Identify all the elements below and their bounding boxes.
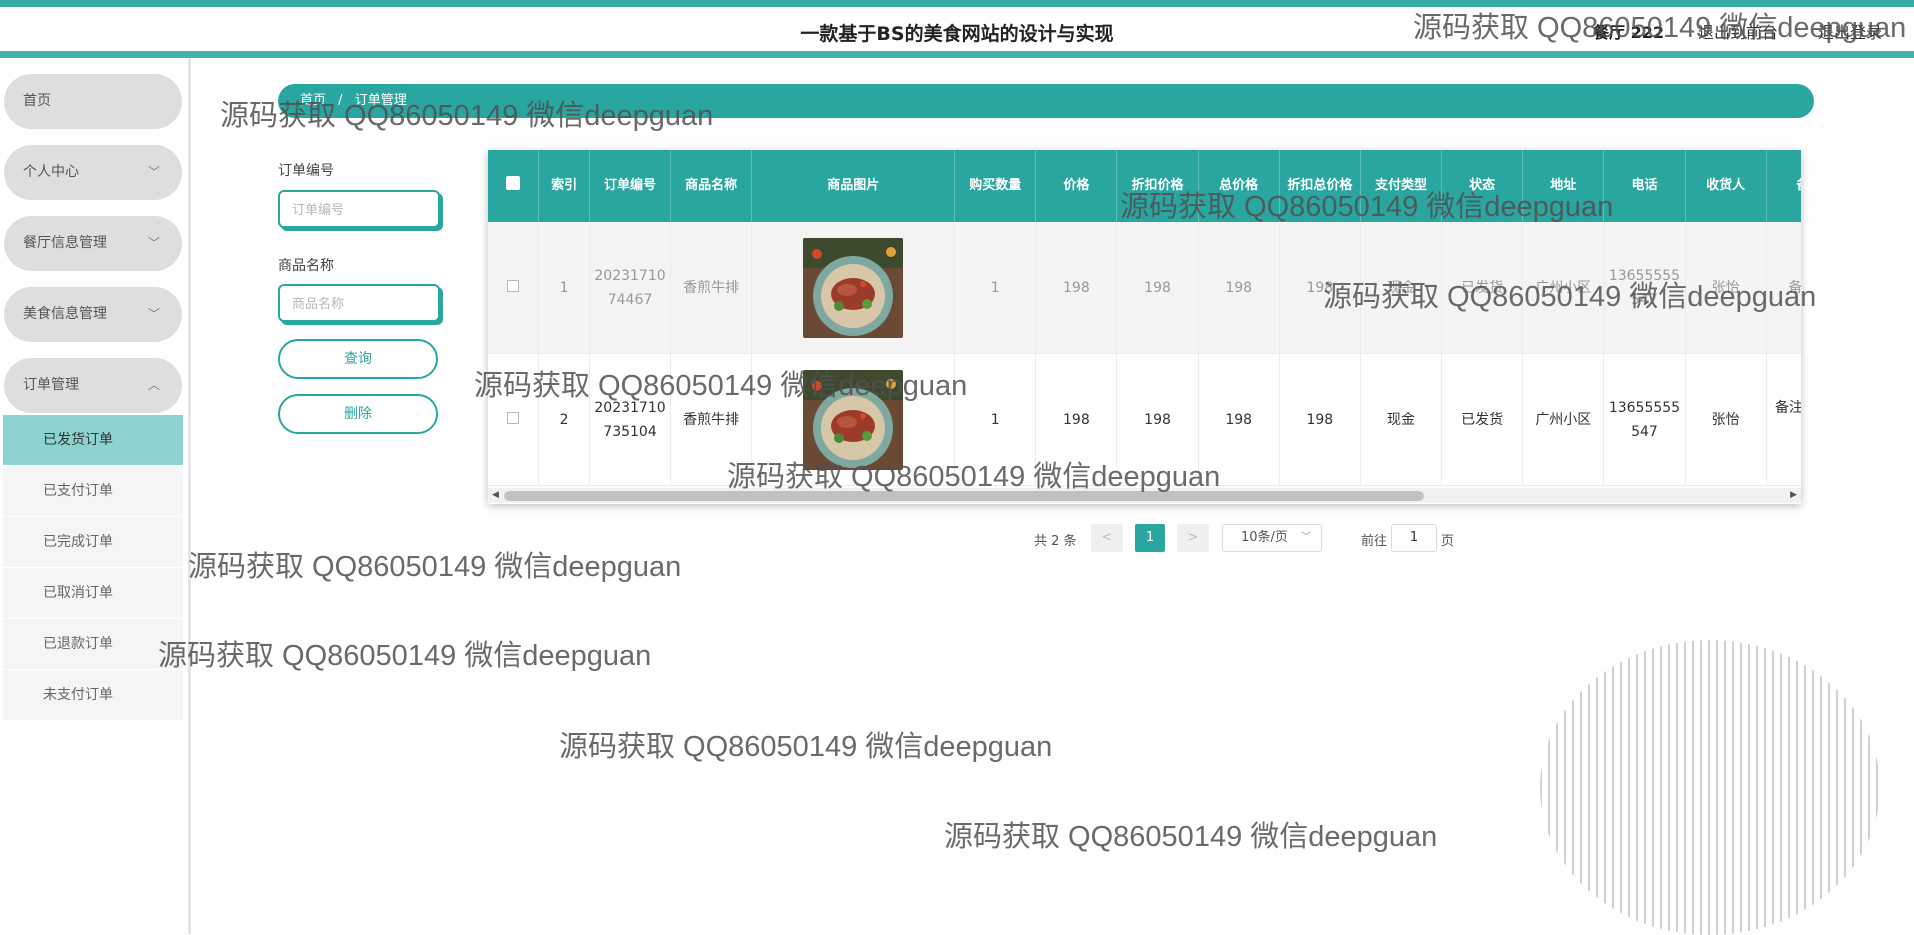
chevron-down-icon: ﹀	[147, 165, 160, 179]
column-header[interactable]: 电话	[1603, 150, 1686, 222]
cell-receiver: 张怡	[1685, 353, 1767, 486]
goto-label: 前往	[1361, 534, 1388, 549]
cell-discount-total: 198	[1279, 353, 1361, 486]
prev-page-button[interactable]: <	[1091, 524, 1123, 552]
column-header[interactable]: 价格	[1035, 150, 1118, 222]
watermark-text: 源码获取 QQ86050149 微信deepguan	[188, 551, 682, 583]
column-header[interactable]: 订单编号	[589, 150, 672, 222]
row-checkbox[interactable]	[488, 222, 540, 354]
watermark-text: 源码获取 QQ86050149 微信deepguan	[944, 821, 1438, 853]
watermark-text: 源码获取 QQ86050149 微信deepguan	[220, 100, 714, 132]
pagination-total: 共 2 条	[1034, 534, 1077, 549]
cell-order-no: 2023171074467	[589, 222, 672, 354]
goto-page-input[interactable]: 1	[1391, 524, 1437, 552]
query-button[interactable]: 查询	[278, 339, 438, 379]
page-size-value: 10条/页	[1241, 530, 1288, 545]
cell-price: 198	[1035, 222, 1118, 354]
sidebar: 首页 个人中心 ﹀ 餐厅信息管理 ﹀ 美食信息管理 ﹀ 订单管理 ︿ 已发货订单 已支付…	[0, 58, 191, 934]
watermark-text: 源码获取 QQ86050149 微信deepguan	[1120, 191, 1614, 223]
cell-total: 198	[1198, 222, 1280, 354]
watermark-text: 源码获取 QQ86050149 微信deepguan	[727, 461, 1221, 493]
product-name-label: 商品名称	[278, 258, 334, 274]
product-name-input[interactable]	[278, 284, 440, 322]
cell-product-image	[751, 222, 956, 354]
sidebar-subitem-paid[interactable]: 已支付订单	[3, 466, 183, 516]
sidebar-item-orders[interactable]: 订单管理 ︿	[4, 358, 182, 413]
cell-pay-type: 现金	[1360, 353, 1443, 486]
watermark-text: 源码获取 QQ86050149 微信deepguan	[1323, 281, 1817, 313]
watermark-text: 源码获取 QQ86050149 微信deepguan	[559, 731, 1053, 763]
sidebar-item-label: 餐厅信息管理	[23, 235, 107, 251]
sidebar-item-label: 个人中心	[23, 164, 79, 180]
column-header[interactable]: 备注	[1766, 150, 1801, 222]
chevron-down-icon: ﹀	[147, 236, 160, 250]
sidebar-subitem-refunded[interactable]: 已退款订单	[3, 619, 183, 669]
chevron-down-icon: ﹀	[1301, 532, 1311, 543]
cell-discount-price: 198	[1116, 222, 1199, 354]
page-size-select[interactable]: 10条/页 ﹀	[1222, 524, 1322, 552]
sidebar-subitem-unpaid[interactable]: 未支付订单	[3, 670, 183, 720]
chevron-up-icon: ︿	[147, 378, 160, 392]
scroll-left-icon[interactable]: ◀	[492, 488, 499, 503]
sidebar-subitem-cancelled[interactable]: 已取消订单	[3, 568, 183, 618]
sidebar-item-label: 首页	[23, 93, 51, 109]
cell-phone: 13655555547	[1603, 353, 1686, 486]
sidebar-item-label: 订单管理	[23, 377, 79, 393]
column-header[interactable]: 索引	[538, 150, 590, 222]
sidebar-item-profile[interactable]: 个人中心 ﹀	[4, 145, 182, 200]
column-header[interactable]: 商品图片	[751, 150, 956, 222]
delete-button[interactable]: 删除	[278, 394, 438, 434]
cell-product: 香煎牛排	[670, 222, 753, 354]
watermark-text: 源码获取 QQ86050149 微信deepguan	[158, 640, 652, 672]
sidebar-subitem-shipped[interactable]: 已发货订单	[3, 415, 183, 465]
decorative-striped-circle	[1540, 640, 1880, 935]
cell-index: 1	[538, 222, 590, 354]
scroll-right-icon[interactable]: ▶	[1790, 488, 1797, 503]
cell-remark: 备注信9898	[1766, 353, 1801, 486]
cell-qty: 1	[954, 222, 1037, 354]
cell-status: 已发货	[1441, 353, 1524, 486]
column-header[interactable]: 商品名称	[670, 150, 753, 222]
next-page-button[interactable]: >	[1177, 524, 1209, 552]
steak-dish-image	[803, 237, 904, 338]
column-header[interactable]: 购买数量	[954, 150, 1037, 222]
sidebar-item-restaurant[interactable]: 餐厅信息管理 ﹀	[4, 216, 182, 271]
column-header[interactable]: 收货人	[1685, 150, 1767, 222]
order-no-input[interactable]	[278, 190, 440, 228]
page-number-current[interactable]: 1	[1135, 524, 1165, 552]
order-no-label: 订单编号	[278, 163, 334, 179]
chevron-down-icon: ﹀	[147, 307, 160, 321]
sidebar-item-food[interactable]: 美食信息管理 ﹀	[4, 287, 182, 342]
watermark-text: 源码获取 QQ86050149 微信deepguan	[1413, 12, 1907, 44]
sidebar-item-label: 美食信息管理	[23, 306, 107, 322]
sidebar-item-home[interactable]: 首页	[4, 74, 182, 129]
sidebar-subitem-completed[interactable]: 已完成订单	[3, 517, 183, 567]
page-suffix-label: 页	[1441, 534, 1455, 549]
select-all-checkbox[interactable]	[488, 150, 540, 222]
cell-address: 广州小区	[1522, 353, 1605, 486]
watermark-text: 源码获取 QQ86050149 微信deepguan	[474, 370, 968, 402]
